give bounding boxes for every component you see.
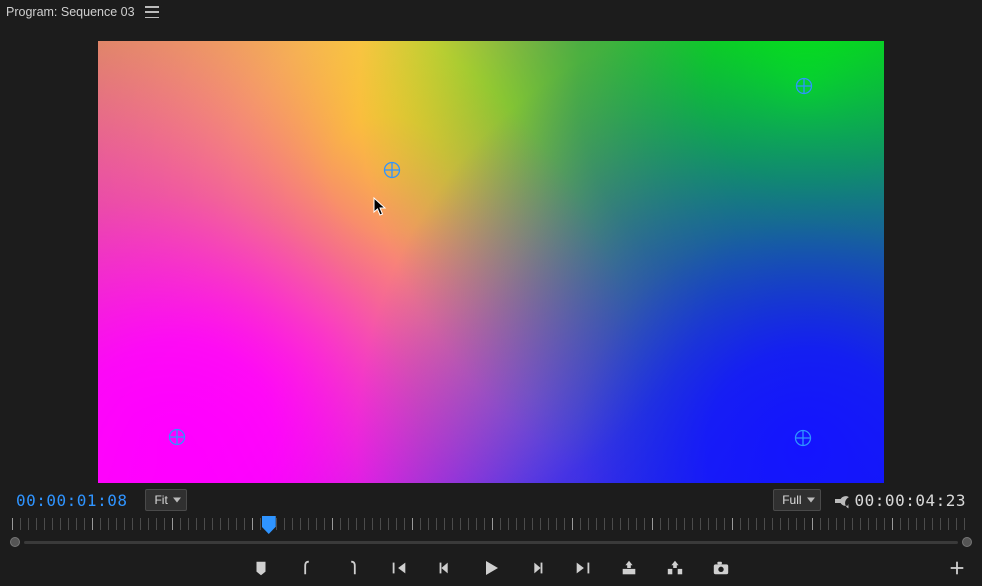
- playhead[interactable]: [262, 516, 276, 534]
- transport-controls: [0, 550, 982, 586]
- video-canvas[interactable]: [98, 41, 884, 483]
- zoom-handle-left[interactable]: [10, 537, 20, 547]
- panel-title: Program: Sequence 03: [6, 5, 135, 19]
- go-to-in-button[interactable]: [387, 556, 411, 580]
- panel-menu-icon[interactable]: [145, 6, 159, 18]
- ruler-ticks-major: [12, 518, 970, 530]
- info-bar: 00:00:01:08 Fit Full 00:00:04:23: [0, 484, 982, 516]
- step-back-button[interactable]: [433, 556, 457, 580]
- export-frame-button[interactable]: [709, 556, 733, 580]
- program-monitor: [0, 24, 982, 484]
- zoom-scroll-track[interactable]: [10, 536, 972, 548]
- resolution-dropdown[interactable]: Full: [773, 489, 820, 511]
- effect-point-green[interactable]: [795, 77, 813, 95]
- step-forward-button[interactable]: [525, 556, 549, 580]
- duration-timecode: 00:00:04:23: [855, 491, 966, 510]
- mark-in-button[interactable]: [295, 556, 319, 580]
- zoom-dropdown[interactable]: Fit: [145, 489, 186, 511]
- extract-button[interactable]: [663, 556, 687, 580]
- add-marker-button[interactable]: [249, 556, 273, 580]
- gradient-blue: [98, 41, 884, 483]
- zoom-bar[interactable]: [24, 541, 958, 544]
- effect-point-yellow[interactable]: [383, 161, 401, 179]
- effect-point-blue[interactable]: [794, 429, 812, 447]
- zoom-value: Fit: [154, 493, 167, 507]
- current-timecode[interactable]: 00:00:01:08: [16, 491, 127, 510]
- mark-out-button[interactable]: [341, 556, 365, 580]
- settings-wrench-icon[interactable]: [835, 490, 855, 510]
- chevron-down-icon: [807, 498, 815, 503]
- chevron-down-icon: [173, 498, 181, 503]
- effect-point-magenta[interactable]: [168, 428, 186, 446]
- button-editor-add-icon[interactable]: [946, 557, 968, 579]
- time-ruler[interactable]: [12, 518, 970, 534]
- resolution-value: Full: [782, 493, 801, 507]
- lift-button[interactable]: [617, 556, 641, 580]
- play-button[interactable]: [479, 556, 503, 580]
- go-to-out-button[interactable]: [571, 556, 595, 580]
- zoom-handle-right[interactable]: [962, 537, 972, 547]
